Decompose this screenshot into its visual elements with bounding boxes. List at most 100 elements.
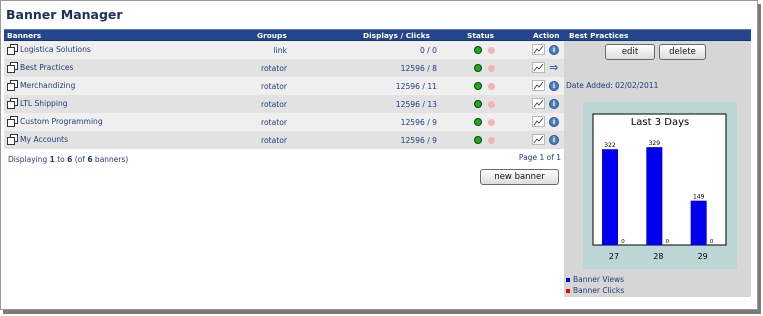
- new-banner-button[interactable]: new banner: [480, 169, 559, 185]
- status-inactive-icon[interactable]: [488, 65, 495, 72]
- banner-table: Banners Groups Displays / Clicks Status …: [4, 29, 564, 171]
- table-body: Logistica Solutions link 0 / 0 i Best Practi…: [4, 41, 564, 149]
- info-icon[interactable]: i: [549, 134, 559, 145]
- table-row: LTL Shipping rotator 12596 / 13 i: [4, 95, 564, 113]
- action-cell: i: [532, 134, 559, 145]
- status-active-icon[interactable]: [474, 136, 482, 144]
- group-cell: rotator: [261, 64, 287, 73]
- status-cell: [474, 64, 495, 72]
- table-row: Best Practices rotator 12596 / 8 ⇒: [4, 59, 564, 77]
- info-icon[interactable]: i: [549, 80, 559, 91]
- status-active-icon[interactable]: [474, 100, 482, 108]
- date-added: Date Added: 02/02/2011: [566, 81, 659, 90]
- arrow-right-icon[interactable]: ⇒: [549, 62, 558, 73]
- page-frame: Banner Manager Banners Groups Displays /…: [0, 0, 758, 310]
- banner-name[interactable]: Merchandizing: [20, 81, 75, 90]
- banner-name[interactable]: Logistica Solutions: [20, 45, 91, 54]
- banner-page-icon: [7, 116, 18, 127]
- status-inactive-icon[interactable]: [488, 83, 495, 90]
- displaying-text: Displaying 1 to 6 (of 6 banners): [8, 155, 129, 164]
- table-footer: Displaying 1 to 6 (of 6 banners) Page 1 …: [4, 149, 564, 171]
- status-cell: [474, 136, 495, 144]
- chart-data-label: 322: [604, 142, 616, 149]
- stats-icon[interactable]: [532, 44, 545, 55]
- banner-cell[interactable]: My Accounts: [7, 134, 68, 145]
- action-cell: ⇒: [532, 62, 558, 73]
- banner-page-icon: [7, 80, 18, 91]
- col-banners: Banners: [7, 31, 42, 40]
- delete-button[interactable]: delete: [659, 44, 706, 60]
- chart-data-label: 0: [666, 239, 670, 245]
- chart-bar-views: [602, 149, 618, 245]
- chart-data-label: 329: [649, 140, 661, 147]
- status-active-icon[interactable]: [474, 46, 482, 54]
- views-chart: Last 3 Days 322 0 27 329 0 28 149 0 29: [583, 102, 737, 269]
- displays-clicks-cell: 12596 / 13: [395, 100, 437, 109]
- banner-name[interactable]: LTL Shipping: [20, 99, 68, 108]
- chart-bar-views: [646, 147, 663, 245]
- chart-bar-views: [690, 200, 707, 245]
- action-cell: i: [532, 116, 559, 127]
- group-cell: link: [273, 46, 287, 55]
- action-cell: i: [532, 80, 559, 91]
- action-cell: i: [532, 98, 559, 109]
- stats-icon[interactable]: [532, 134, 545, 145]
- banner-cell[interactable]: Best Practices: [7, 62, 74, 73]
- chart-data-label: 0: [710, 239, 714, 245]
- status-inactive-icon[interactable]: [488, 119, 495, 126]
- table-row: Merchandizing rotator 12596 / 11 i: [4, 77, 564, 95]
- status-active-icon[interactable]: [474, 118, 482, 126]
- displays-clicks-cell: 12596 / 8: [400, 64, 437, 73]
- banner-cell[interactable]: LTL Shipping: [7, 98, 68, 109]
- detail-panel-title: Best Practices: [564, 29, 751, 41]
- banner-cell[interactable]: Custom Programming: [7, 116, 103, 127]
- legend-views: Banner Views: [566, 275, 624, 284]
- status-inactive-icon[interactable]: [488, 101, 495, 108]
- table-header: Banners Groups Displays / Clicks Status …: [4, 29, 564, 41]
- chart-data-label: 149: [693, 194, 705, 201]
- banner-page-icon: [7, 134, 18, 145]
- info-icon[interactable]: i: [549, 98, 559, 109]
- banner-page-icon: [7, 62, 18, 73]
- stats-icon[interactable]: [532, 116, 545, 127]
- status-active-icon[interactable]: [474, 82, 482, 90]
- status-cell: [474, 82, 495, 90]
- banner-name[interactable]: My Accounts: [20, 135, 68, 144]
- group-cell: rotator: [261, 100, 287, 109]
- group-cell: rotator: [261, 118, 287, 127]
- info-icon[interactable]: i: [549, 44, 559, 55]
- chart-tick-label: 29: [698, 252, 708, 261]
- col-displays: Displays / Clicks: [363, 31, 430, 40]
- table-row: Custom Programming rotator 12596 / 9 i: [4, 113, 564, 131]
- status-inactive-icon[interactable]: [488, 47, 495, 54]
- displays-clicks-cell: 12596 / 9: [400, 118, 437, 127]
- action-cell: i: [532, 44, 559, 55]
- legend-swatch-clicks: [566, 288, 570, 293]
- stats-icon[interactable]: [532, 98, 545, 109]
- group-cell: rotator: [261, 82, 287, 91]
- banner-page-icon: [7, 98, 18, 109]
- legend-clicks: Banner Clicks: [566, 286, 624, 295]
- banner-cell[interactable]: Merchandizing: [7, 80, 75, 91]
- table-row: My Accounts rotator 12596 / 9 i: [4, 131, 564, 149]
- banner-cell[interactable]: Logistica Solutions: [7, 44, 91, 55]
- col-groups: Groups: [257, 31, 287, 40]
- page-indicator: Page 1 of 1: [518, 153, 561, 162]
- status-inactive-icon[interactable]: [488, 137, 495, 144]
- chart-data-label: 0: [621, 239, 625, 245]
- status-active-icon[interactable]: [474, 64, 482, 72]
- col-status: Status: [467, 31, 495, 40]
- displays-clicks-cell: 12596 / 11: [395, 82, 437, 91]
- chart-tick-label: 27: [609, 252, 619, 261]
- chart-tick-label: 28: [653, 252, 663, 261]
- chart-title: Last 3 Days: [631, 117, 690, 128]
- info-icon[interactable]: i: [549, 116, 559, 127]
- banner-name[interactable]: Best Practices: [20, 63, 74, 72]
- group-cell: rotator: [261, 136, 287, 145]
- col-action: Action: [533, 31, 560, 40]
- edit-button[interactable]: edit: [605, 44, 655, 60]
- banner-name[interactable]: Custom Programming: [20, 117, 103, 126]
- stats-icon[interactable]: [532, 62, 545, 73]
- chart-svg: Last 3 Days 322 0 27 329 0 28 149 0 29: [592, 113, 727, 261]
- stats-icon[interactable]: [532, 80, 545, 91]
